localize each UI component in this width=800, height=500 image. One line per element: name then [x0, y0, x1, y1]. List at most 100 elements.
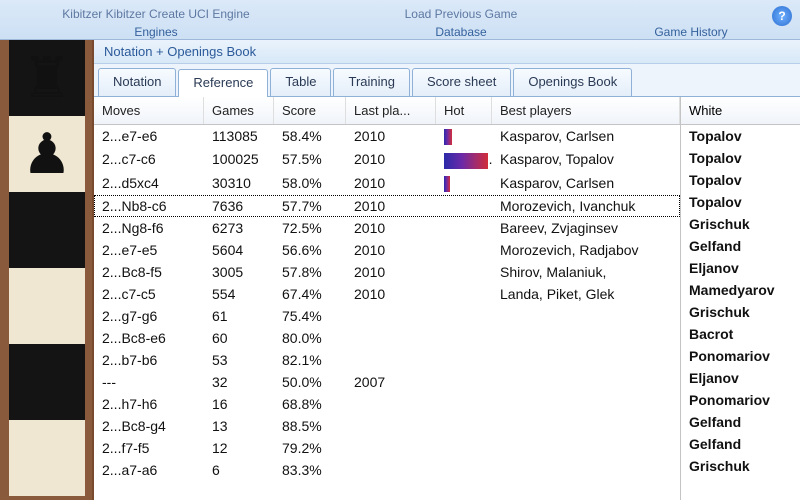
- cell: 2007: [346, 371, 436, 393]
- cell: Landa, Piket, Glek: [492, 283, 680, 305]
- cell: 57.7%: [274, 195, 346, 217]
- col-hot[interactable]: Hot: [436, 97, 492, 124]
- reference-grid: Moves Games Score Last pla... Hot Best p…: [94, 97, 680, 500]
- cell: Shirov, Malaniuk,: [492, 261, 680, 283]
- grid-header-row: Moves Games Score Last pla... Hot Best p…: [94, 97, 680, 125]
- table-row[interactable]: ---3250.0%2007: [94, 371, 680, 393]
- table-row[interactable]: 2...Bc8-g41388.5%: [94, 415, 680, 437]
- list-item[interactable]: Grischuk: [681, 301, 800, 323]
- cell: 88.5%: [274, 415, 346, 437]
- table-row[interactable]: 2...d5xc43031058.0%2010Kasparov, Carlsen: [94, 172, 680, 195]
- ribbon-database-label[interactable]: Database: [326, 22, 596, 39]
- col-score[interactable]: Score: [274, 97, 346, 124]
- table-row[interactable]: 2...e7-e611308558.4%2010Kasparov, Carlse…: [94, 125, 680, 148]
- col-games[interactable]: Games: [204, 97, 274, 124]
- ribbon-group-history: Game History: [626, 6, 756, 39]
- cell: 56.6%: [274, 239, 346, 261]
- tab-table[interactable]: Table: [270, 68, 331, 96]
- table-row[interactable]: 2...c7-c555467.4%2010Landa, Piket, Glek: [94, 283, 680, 305]
- board-square-a8: [9, 40, 85, 116]
- cell: [436, 349, 492, 371]
- cell: [436, 393, 492, 415]
- cell: Kasparov, Carlsen: [492, 125, 680, 148]
- cell: Morozevich, Ivanchuk: [492, 195, 680, 217]
- col-best[interactable]: Best players: [492, 97, 680, 124]
- list-item[interactable]: Topalov: [681, 191, 800, 213]
- cell: [436, 172, 492, 195]
- table-row[interactable]: 2...Nb8-c6763657.7%2010Morozevich, Ivanc…: [94, 195, 680, 217]
- list-item[interactable]: Bacrot: [681, 323, 800, 345]
- table-row[interactable]: 2...b7-b65382.1%: [94, 349, 680, 371]
- cell: [436, 217, 492, 239]
- tab-score-sheet[interactable]: Score sheet: [412, 68, 511, 96]
- list-item[interactable]: Ponomariov: [681, 345, 800, 367]
- cell: [436, 415, 492, 437]
- cell: 5604: [204, 239, 274, 261]
- list-item[interactable]: Topalov: [681, 125, 800, 147]
- cell: [492, 349, 680, 371]
- ribbon-history-label[interactable]: Game History: [626, 22, 756, 39]
- cell: 83.3%: [274, 459, 346, 481]
- table-row[interactable]: 2...c7-c610002557.5%2010Kasparov, Topalo…: [94, 148, 680, 171]
- cell: [346, 305, 436, 327]
- tab-openings-book[interactable]: Openings Book: [513, 68, 632, 96]
- cell: 2010: [346, 148, 436, 171]
- table-row[interactable]: 2...e7-e5560456.6%2010Morozevich, Radjab…: [94, 239, 680, 261]
- cell: 2010: [346, 283, 436, 305]
- list-item[interactable]: Ponomariov: [681, 389, 800, 411]
- list-item[interactable]: Topalov: [681, 147, 800, 169]
- tab-notation[interactable]: Notation: [98, 68, 176, 96]
- list-item[interactable]: Gelfand: [681, 411, 800, 433]
- cell: 67.4%: [274, 283, 346, 305]
- board-square-a4: [9, 344, 85, 420]
- side-col-white[interactable]: White: [681, 97, 800, 125]
- cell: 2...c7-c5: [94, 283, 204, 305]
- panel-title: Notation + Openings Book: [94, 40, 800, 64]
- cell: [436, 437, 492, 459]
- ribbon: Kibitzer Kibitzer Create UCI Engine Engi…: [0, 0, 800, 40]
- cell: [436, 371, 492, 393]
- list-item[interactable]: Gelfand: [681, 433, 800, 455]
- ribbon-group-database: Load Previous Game Database: [326, 6, 596, 39]
- list-item[interactable]: Topalov: [681, 169, 800, 191]
- cell: 2...Bc8-e6: [94, 327, 204, 349]
- ribbon-group-engines: Kibitzer Kibitzer Create UCI Engine Engi…: [16, 6, 296, 39]
- cell: 16: [204, 393, 274, 415]
- list-item[interactable]: Eljanov: [681, 367, 800, 389]
- col-last[interactable]: Last pla...: [346, 97, 436, 124]
- list-item[interactable]: Grischuk: [681, 213, 800, 235]
- col-moves[interactable]: Moves: [94, 97, 204, 124]
- cell: 6273: [204, 217, 274, 239]
- list-item[interactable]: Grischuk: [681, 455, 800, 477]
- table-row[interactable]: 2...h7-h61668.8%: [94, 393, 680, 415]
- list-item[interactable]: Eljanov: [681, 257, 800, 279]
- cell: [492, 305, 680, 327]
- cell: 72.5%: [274, 217, 346, 239]
- cell: [436, 239, 492, 261]
- cell: 2010: [346, 217, 436, 239]
- table-row[interactable]: 2...Bc8-e66080.0%: [94, 327, 680, 349]
- cell: 2010: [346, 125, 436, 148]
- list-item[interactable]: Gelfand: [681, 235, 800, 257]
- table-row[interactable]: 2...Ng8-f6627372.5%2010Bareev, Zvjaginse…: [94, 217, 680, 239]
- list-item[interactable]: Mamedyarov: [681, 279, 800, 301]
- table-row[interactable]: 2...Bc8-f5300557.8%2010Shirov, Malaniuk,: [94, 261, 680, 283]
- cell: 2...Bc8-g4: [94, 415, 204, 437]
- cell: 6: [204, 459, 274, 481]
- table-row[interactable]: 2...f7-f51279.2%: [94, 437, 680, 459]
- table-row[interactable]: 2...g7-g66175.4%: [94, 305, 680, 327]
- cell: 2...Nb8-c6: [94, 195, 204, 217]
- ribbon-database-top: Load Previous Game: [405, 7, 518, 21]
- cell: [346, 415, 436, 437]
- cell: 7636: [204, 195, 274, 217]
- cell: [346, 349, 436, 371]
- tab-training[interactable]: Training: [333, 68, 409, 96]
- ribbon-engines-label[interactable]: Engines: [16, 22, 296, 39]
- cell: 2010: [346, 261, 436, 283]
- cell: 2010: [346, 239, 436, 261]
- rook-icon: [22, 50, 72, 106]
- table-row[interactable]: 2...a7-a6683.3%: [94, 459, 680, 481]
- help-icon[interactable]: ?: [772, 6, 792, 26]
- tab-reference[interactable]: Reference: [178, 69, 268, 97]
- cell: 60: [204, 327, 274, 349]
